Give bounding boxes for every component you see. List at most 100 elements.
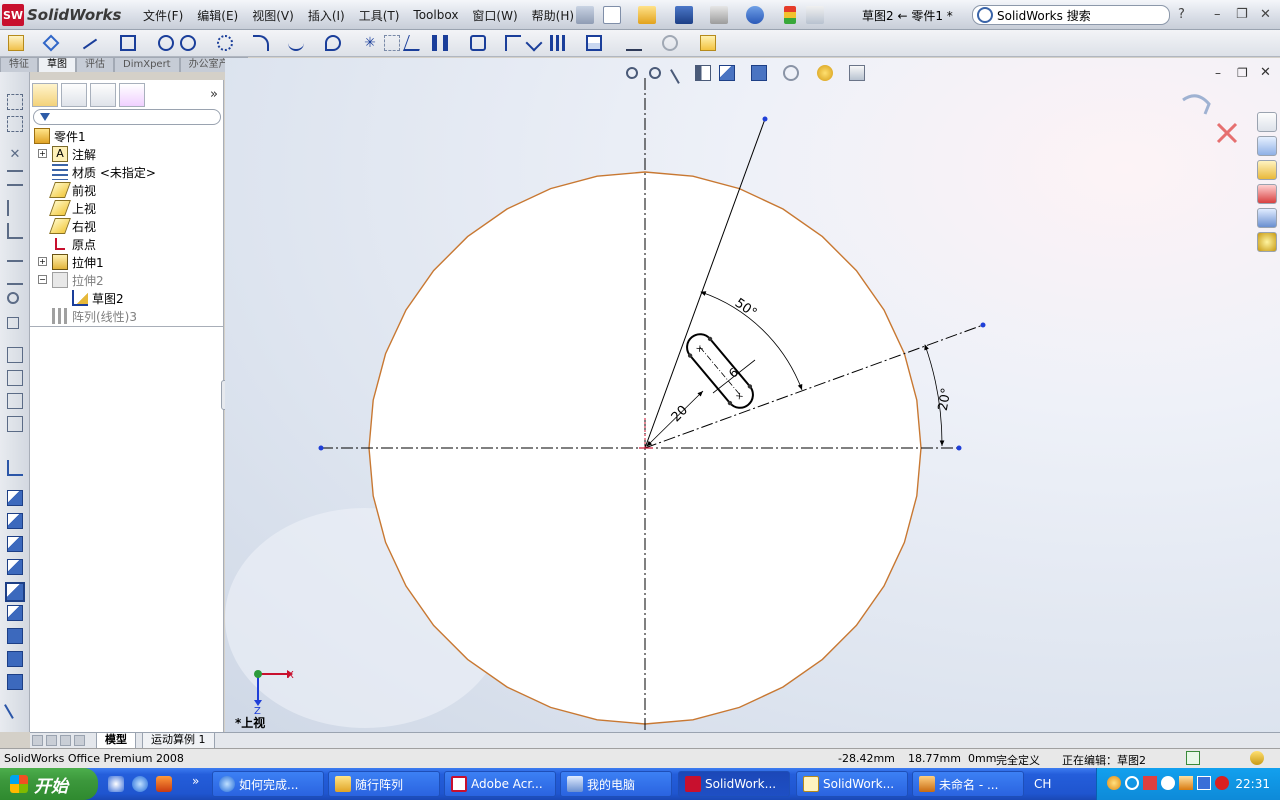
arc-tool-icon[interactable] xyxy=(217,35,233,51)
status-tag-icon[interactable] xyxy=(1250,751,1264,765)
undo-icon[interactable] xyxy=(746,6,764,24)
help-question-icon[interactable]: ? xyxy=(1178,7,1185,22)
tree-expand-icon[interactable]: + xyxy=(38,149,47,158)
open-folder-icon[interactable] xyxy=(638,6,656,24)
convert-entities-icon[interactable] xyxy=(525,34,543,52)
sketch-point[interactable] xyxy=(980,322,986,328)
tree-collapse-icon[interactable]: − xyxy=(38,275,47,284)
top-view-icon[interactable] xyxy=(5,582,25,602)
sketch-tool-icon[interactable] xyxy=(8,35,24,51)
tab-features[interactable]: 特征 xyxy=(0,57,38,72)
tray-network-icon[interactable] xyxy=(1161,776,1175,790)
front-view-icon[interactable] xyxy=(7,490,23,506)
coradial-relation-icon[interactable] xyxy=(7,269,23,285)
options-icon[interactable] xyxy=(806,6,824,24)
menu-help[interactable]: 帮助(H) xyxy=(525,7,581,24)
fillet-tool-icon[interactable] xyxy=(253,35,269,51)
quick-launch-more-chevron-icon[interactable]: » xyxy=(192,774,199,788)
tree-item-material[interactable]: 材质 <未指定> xyxy=(52,163,156,181)
save-icon[interactable] xyxy=(675,6,693,24)
tab-motion-study-1[interactable]: 运动算例 1 xyxy=(142,733,215,749)
pin-icon[interactable] xyxy=(576,6,594,24)
expand-panel-chevron-icon[interactable]: » xyxy=(210,87,218,102)
search-results-icon[interactable] xyxy=(1257,184,1277,204)
ime-indicator[interactable]: CH xyxy=(1034,777,1051,791)
spline-tool-icon[interactable] xyxy=(288,35,304,51)
quick-snaps-icon[interactable] xyxy=(700,35,716,51)
tray-display-icon[interactable] xyxy=(1197,776,1211,790)
move-entities-icon[interactable] xyxy=(586,35,602,51)
exit-sketch-icon[interactable] xyxy=(1182,94,1211,115)
feature-tree-filter[interactable] xyxy=(33,109,221,125)
tree-root-part[interactable]: 零件1 xyxy=(34,127,86,145)
new-document-icon[interactable] xyxy=(603,6,621,24)
text-tool-icon[interactable] xyxy=(403,35,425,51)
tree-item-origin[interactable]: 原点 xyxy=(52,235,96,253)
taskbar-item-adobe[interactable]: Adobe Acr... xyxy=(444,771,556,797)
isometric-view-icon[interactable] xyxy=(7,628,23,644)
appearances-icon[interactable] xyxy=(1257,232,1277,252)
taskbar-item-solidworks[interactable]: SolidWork... xyxy=(678,771,790,797)
file-explorer-icon[interactable] xyxy=(1257,160,1277,180)
tree-expand-icon[interactable]: + xyxy=(38,257,47,266)
bottom-view-icon[interactable] xyxy=(7,605,23,621)
show-desktop-icon[interactable] xyxy=(108,776,124,792)
tree-item-annotations[interactable]: + A 注解 xyxy=(38,145,96,163)
start-button[interactable]: 开始 xyxy=(0,768,98,800)
menu-toolbox[interactable]: Toolbox xyxy=(406,8,465,22)
delete-relations-icon[interactable]: ✕ xyxy=(7,147,23,163)
line-tool-icon[interactable] xyxy=(82,38,98,50)
perimeter-circle-icon[interactable] xyxy=(180,35,196,51)
search-box[interactable]: SolidWorks 搜索 xyxy=(972,5,1170,25)
apply-scene-icon[interactable] xyxy=(849,65,865,81)
sketch-canvas[interactable]: × × 20 6 50° 20° X Z xyxy=(225,58,1280,732)
tangent-relation-icon[interactable] xyxy=(7,347,23,363)
add-relation-icon[interactable] xyxy=(626,35,642,51)
zoom-to-area-icon[interactable] xyxy=(649,67,661,79)
taskbar-item-my-computer[interactable]: 我的电脑 xyxy=(560,771,672,797)
viewport-restore-icon[interactable]: ❐ xyxy=(1237,66,1248,80)
offset-entities-icon[interactable] xyxy=(470,35,486,51)
configuration-manager-tab-icon[interactable] xyxy=(90,83,116,107)
dimetric-view-icon[interactable] xyxy=(7,674,23,690)
status-help-icon[interactable] xyxy=(1186,751,1200,765)
restore-window-icon[interactable]: ❐ xyxy=(1236,7,1248,22)
sketch-point[interactable] xyxy=(956,445,962,451)
collinear-relation-icon[interactable] xyxy=(7,246,23,262)
menu-edit[interactable]: 编辑(E) xyxy=(190,7,245,24)
dimxpert-manager-tab-icon[interactable] xyxy=(119,83,145,107)
rebuild-traffic-light-icon[interactable] xyxy=(784,6,796,24)
system-clock[interactable]: 22:31 xyxy=(1235,777,1270,791)
taskbar-item-solidworks-help[interactable]: SolidWork... xyxy=(796,771,908,797)
tree-item-top-plane[interactable]: 上视 xyxy=(49,199,96,217)
select-box-icon[interactable] xyxy=(7,94,23,110)
tree-item-right-plane[interactable]: 右视 xyxy=(49,217,96,235)
left-view-icon[interactable] xyxy=(7,536,23,552)
menu-tools[interactable]: 工具(T) xyxy=(352,7,407,24)
horizontal-relation-icon[interactable] xyxy=(7,200,23,216)
tree-item-extrude1[interactable]: + 拉伸1 xyxy=(38,253,104,271)
back-view-icon[interactable] xyxy=(7,513,23,529)
ellipse-tool-icon[interactable] xyxy=(325,35,341,51)
align-icon[interactable] xyxy=(7,170,23,186)
solidworks-resources-icon[interactable] xyxy=(1257,112,1277,132)
normal-to-icon[interactable] xyxy=(4,697,26,719)
point-tool-icon[interactable]: ✳ xyxy=(362,35,378,51)
mirror-entities-icon[interactable] xyxy=(432,35,448,51)
feature-tree-tab-icon[interactable] xyxy=(32,83,58,107)
tab-next-icon[interactable] xyxy=(60,735,71,746)
construction-geometry-icon[interactable] xyxy=(384,35,400,51)
tray-search-icon[interactable] xyxy=(1125,776,1139,790)
linear-pattern-icon[interactable] xyxy=(550,35,566,51)
menu-view[interactable]: 视图(V) xyxy=(245,7,301,24)
angle-dimension-label-20[interactable]: 20° xyxy=(936,387,955,412)
search-input[interactable]: SolidWorks 搜索 xyxy=(997,7,1091,24)
hide-show-items-icon[interactable] xyxy=(783,65,799,81)
zoom-to-fit-icon[interactable] xyxy=(626,67,638,79)
perpendicular-relation-icon[interactable] xyxy=(7,292,19,304)
tray-update-icon[interactable] xyxy=(1215,776,1229,790)
tab-sketch[interactable]: 草图 xyxy=(38,57,76,72)
circle-tool-icon[interactable] xyxy=(158,35,174,51)
taskbar-item-ie[interactable]: 如何完成... xyxy=(212,771,324,797)
tree-item-front-plane[interactable]: 前视 xyxy=(49,181,96,199)
